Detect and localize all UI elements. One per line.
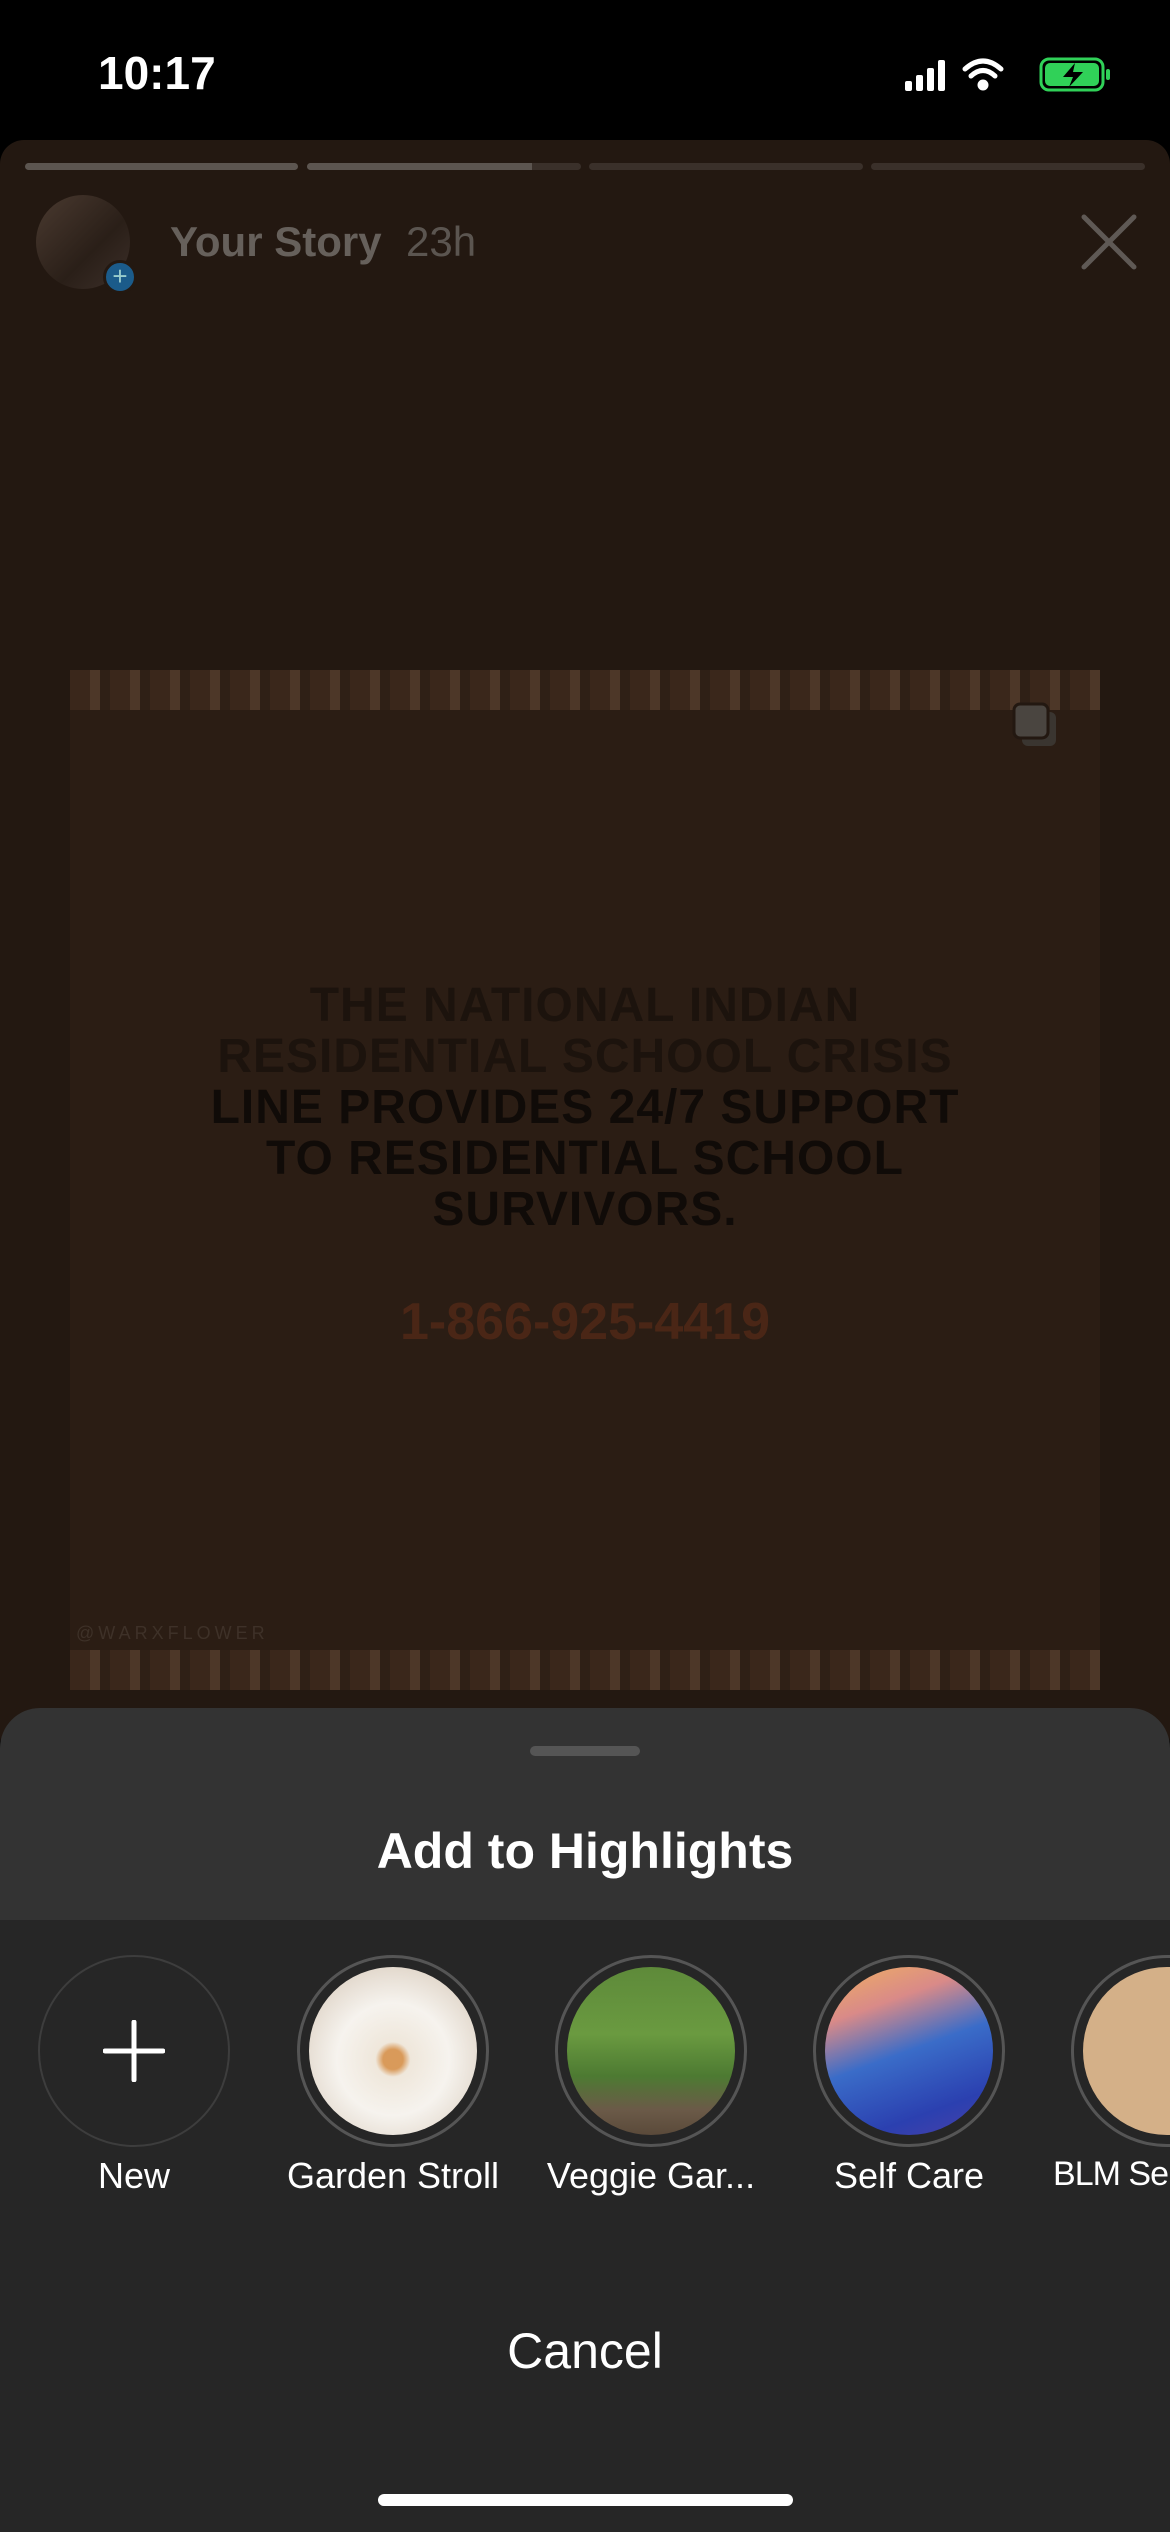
post-line: RESIDENTIAL SCHOOL CRISIS — [217, 1030, 953, 1083]
post-credit: @WARXFLOWER — [76, 1623, 269, 1643]
status-icons — [905, 57, 1110, 92]
highlight-label: BLM Se — [1053, 2155, 1169, 2193]
cellular-signal-icon — [905, 60, 945, 91]
progress-segment-3 — [589, 163, 863, 170]
highlights-sheet-header — [0, 1708, 1170, 1920]
post-line: SURVIVORS. — [432, 1183, 738, 1236]
add-story-plus-icon[interactable]: + — [103, 260, 137, 294]
post-line: LINE PROVIDES 24/7 SUPPORT — [210, 1081, 960, 1134]
carousel-icon — [1012, 702, 1056, 746]
post-phone-number: 1-866-925-4419 — [399, 1293, 771, 1351]
highlight-veggie-garden[interactable] — [555, 1955, 747, 2147]
post-line: THE NATIONAL INDIAN — [309, 979, 861, 1032]
highlight-self-care[interactable] — [813, 1955, 1005, 2147]
battery-charging-icon — [1039, 57, 1110, 92]
new-highlight-button[interactable] — [38, 1955, 230, 2147]
home-indicator[interactable] — [378, 2494, 793, 2506]
sheet-grabber[interactable] — [530, 1746, 640, 1756]
plus-icon — [103, 2020, 165, 2082]
cancel-button[interactable]: Cancel — [0, 2322, 1170, 2380]
wifi-icon — [962, 58, 1004, 91]
highlight-label: Garden Stroll — [286, 2155, 500, 2196]
highlight-label: Veggie Gar... — [546, 2155, 756, 2196]
highlight-garden-stroll[interactable] — [297, 1955, 489, 2147]
pattern-band-top — [70, 670, 1100, 710]
highlight-label: Self Care — [833, 2155, 985, 2196]
status-time: 10:17 — [98, 47, 216, 99]
post-text: THE NATIONAL INDIAN RESIDENTIAL SCHOOL C… — [0, 980, 1170, 1235]
story-username[interactable]: Your Story — [170, 218, 382, 266]
story-age: 23h — [406, 218, 477, 265]
post-line: TO RESIDENTIAL SCHOOL — [266, 1132, 904, 1185]
highlight-label: New — [97, 2155, 171, 2196]
progress-segment-1 — [25, 163, 298, 170]
pattern-band-bottom — [70, 1650, 1100, 1690]
progress-segment-4 — [871, 163, 1145, 170]
progress-segment-2 — [307, 163, 581, 170]
sheet-title: Add to Highlights — [376, 1823, 794, 1879]
close-icon[interactable] — [1080, 213, 1138, 271]
